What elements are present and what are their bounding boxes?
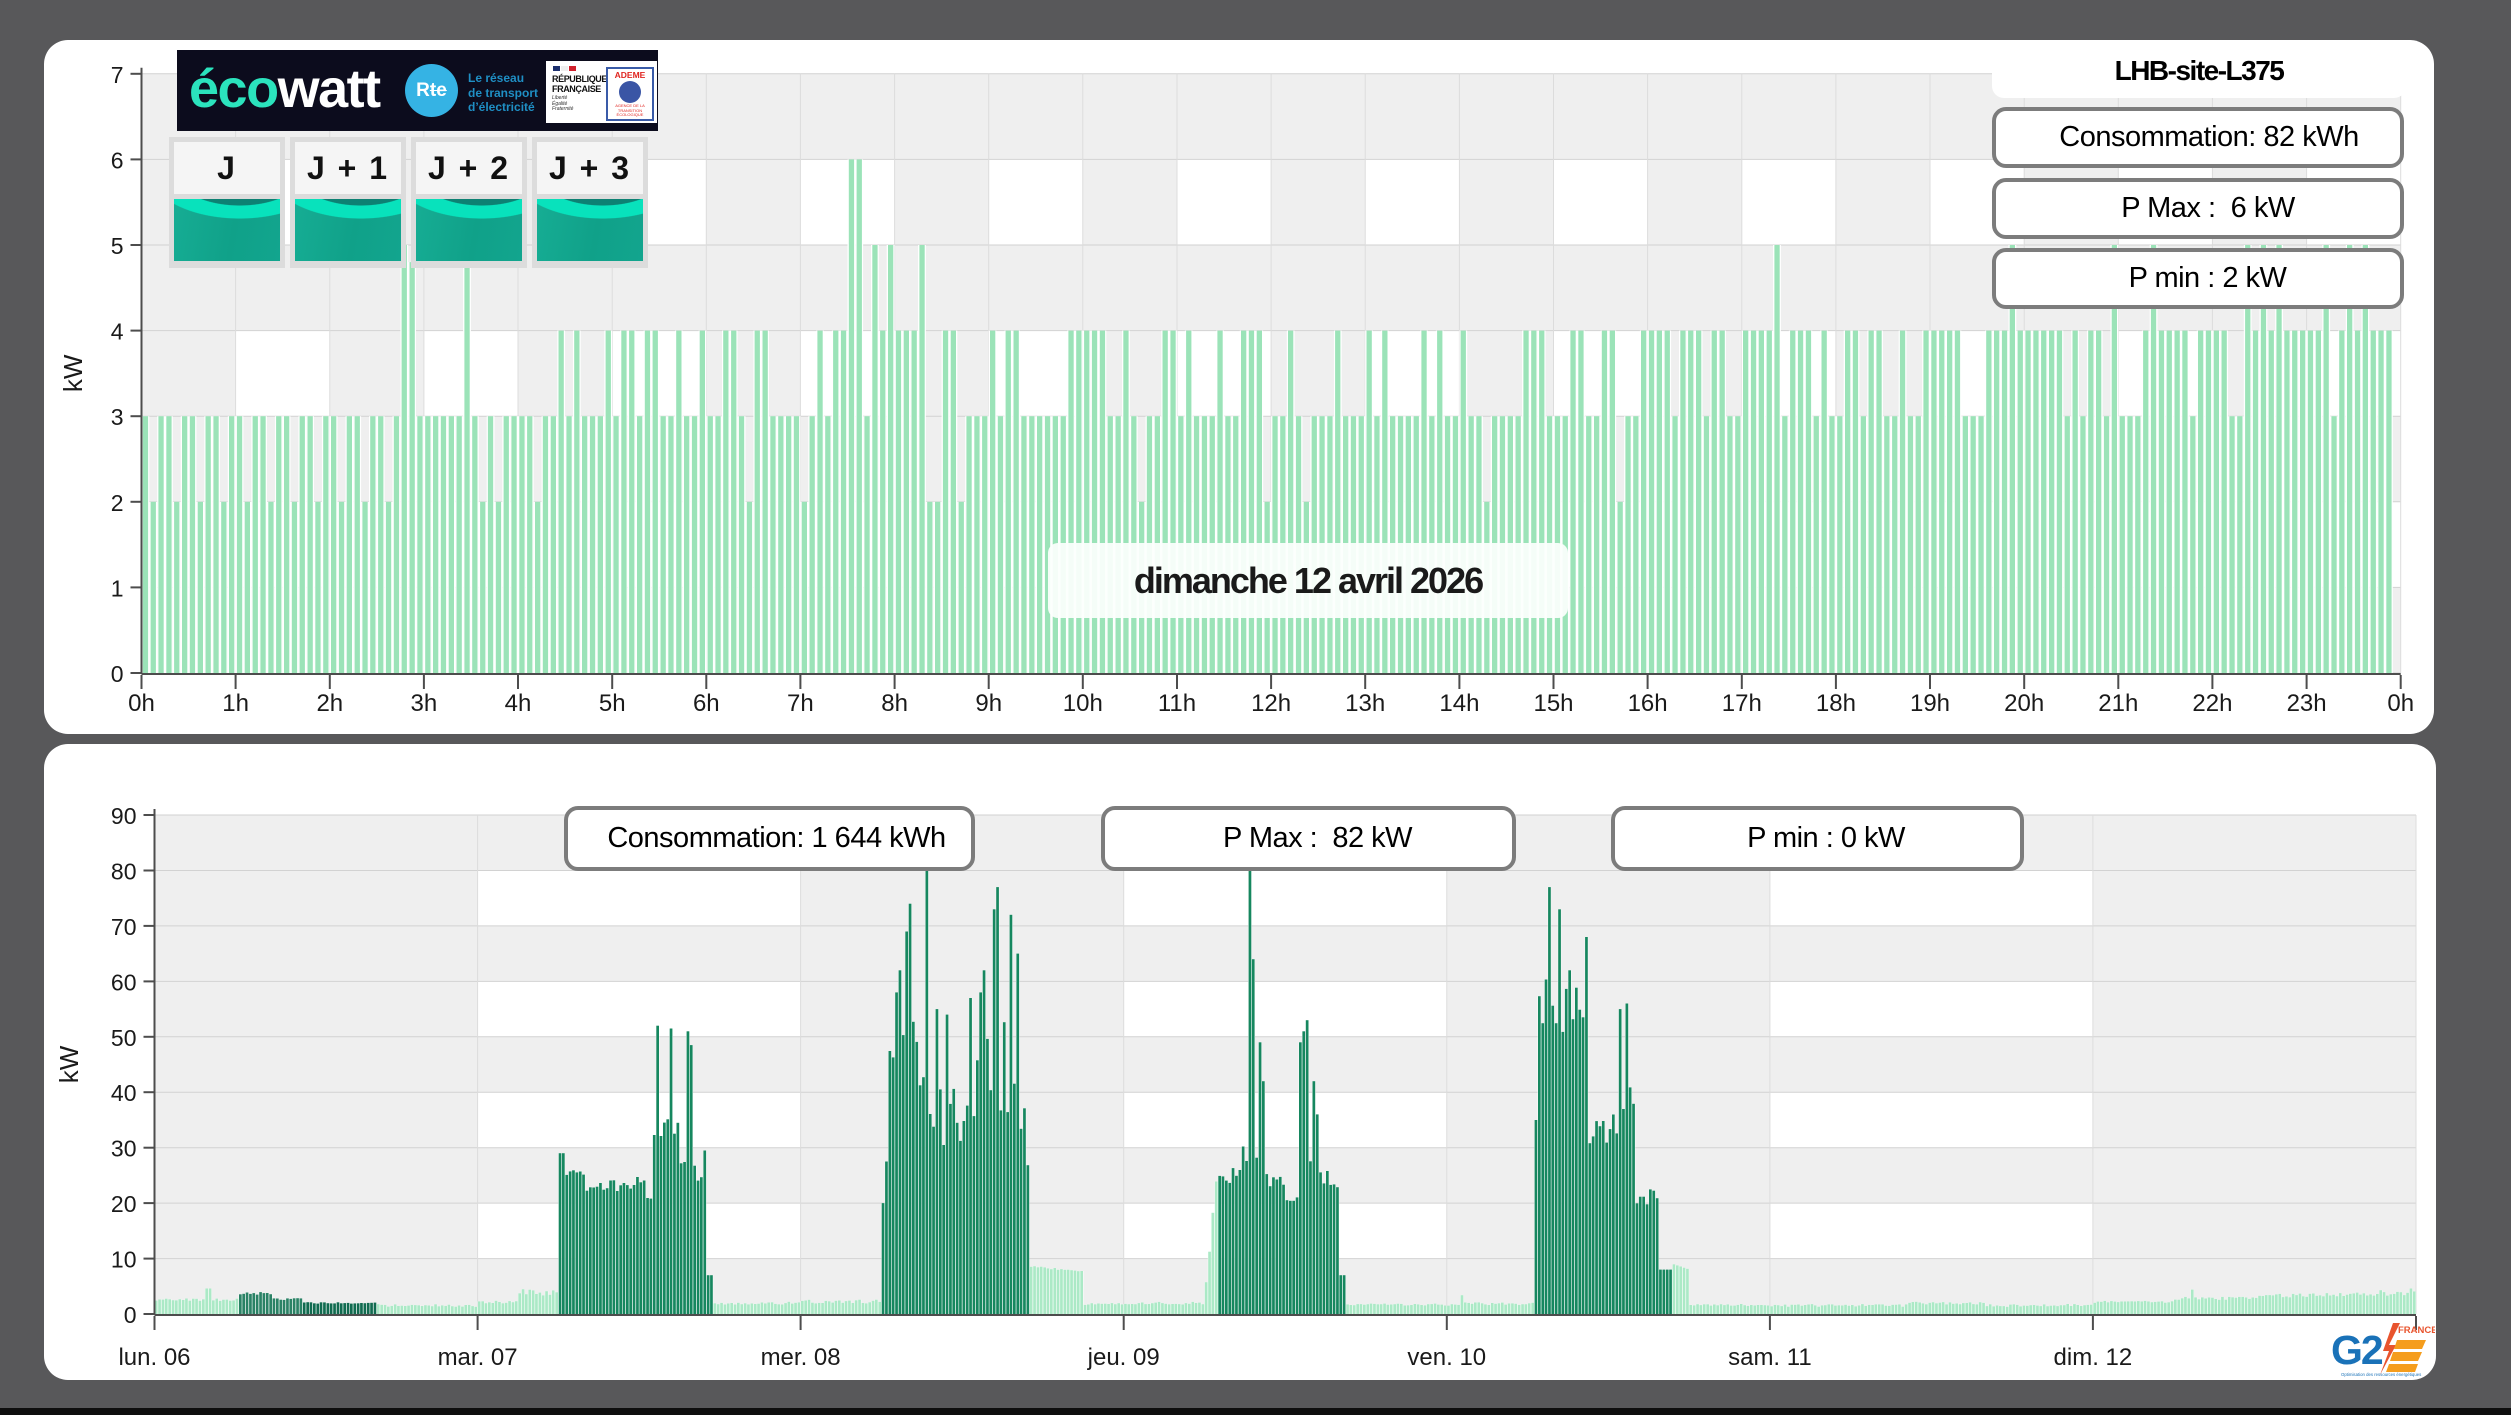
svg-text:14h: 14h	[1439, 690, 1479, 717]
svg-text:6: 6	[111, 147, 124, 173]
svg-text:18h: 18h	[1816, 690, 1856, 717]
svg-text:dim. 12: dim. 12	[2054, 1344, 2133, 1371]
svg-text:mer. 08: mer. 08	[761, 1344, 841, 1371]
svg-text:2h: 2h	[316, 690, 343, 717]
svg-text:70: 70	[111, 914, 137, 940]
svg-text:15h: 15h	[1533, 690, 1573, 717]
svg-text:jeu. 09: jeu. 09	[1087, 1344, 1160, 1371]
svg-text:lun. 06: lun. 06	[118, 1344, 190, 1371]
svg-text:4h: 4h	[505, 690, 532, 717]
svg-text:16h: 16h	[1628, 690, 1668, 717]
svg-text:19h: 19h	[1910, 690, 1950, 717]
svg-text:5h: 5h	[599, 690, 626, 717]
svg-text:30: 30	[111, 1136, 137, 1162]
svg-text:kW: kW	[58, 354, 88, 392]
svg-text:7h: 7h	[787, 690, 814, 717]
svg-text:11h: 11h	[1158, 690, 1196, 717]
svg-text:7: 7	[111, 62, 124, 88]
svg-text:5: 5	[111, 233, 124, 259]
svg-text:22h: 22h	[2192, 690, 2232, 717]
svg-text:17h: 17h	[1722, 690, 1762, 717]
svg-text:20h: 20h	[2004, 690, 2044, 717]
svg-text:FRANCE: FRANCE	[2398, 1325, 2435, 1336]
svg-text:3: 3	[111, 404, 124, 430]
svg-text:ven. 10: ven. 10	[1407, 1344, 1486, 1371]
svg-text:mar. 07: mar. 07	[438, 1344, 518, 1371]
svg-text:6h: 6h	[693, 690, 720, 717]
svg-text:21h: 21h	[2098, 690, 2138, 717]
svg-text:80: 80	[111, 859, 137, 885]
svg-text:0h: 0h	[2387, 690, 2414, 717]
svg-text:1: 1	[111, 575, 124, 601]
svg-text:10h: 10h	[1063, 690, 1103, 717]
svg-text:kW: kW	[54, 1045, 84, 1083]
svg-text:12h: 12h	[1251, 690, 1291, 717]
svg-text:sam. 11: sam. 11	[1728, 1344, 1812, 1371]
svg-text:0: 0	[111, 661, 124, 687]
svg-text:9h: 9h	[975, 690, 1002, 717]
svg-text:0: 0	[124, 1302, 137, 1328]
svg-text:23h: 23h	[2287, 690, 2327, 717]
svg-text:50: 50	[111, 1025, 137, 1051]
svg-text:1h: 1h	[222, 690, 249, 717]
svg-text:90: 90	[111, 803, 137, 829]
svg-text:4: 4	[111, 319, 124, 345]
svg-text:8h: 8h	[881, 690, 908, 717]
svg-text:10: 10	[111, 1247, 137, 1273]
svg-text:2: 2	[111, 490, 124, 516]
svg-text:0h: 0h	[128, 690, 155, 717]
svg-text:20: 20	[111, 1191, 137, 1217]
svg-text:G2: G2	[2331, 1327, 2383, 1373]
svg-text:3h: 3h	[411, 690, 438, 717]
svg-text:13h: 13h	[1345, 690, 1385, 717]
svg-text:Optimisation des ressources én: Optimisation des ressources énergétiques	[2341, 1372, 2421, 1377]
svg-text:60: 60	[111, 969, 137, 995]
svg-text:40: 40	[111, 1080, 137, 1106]
